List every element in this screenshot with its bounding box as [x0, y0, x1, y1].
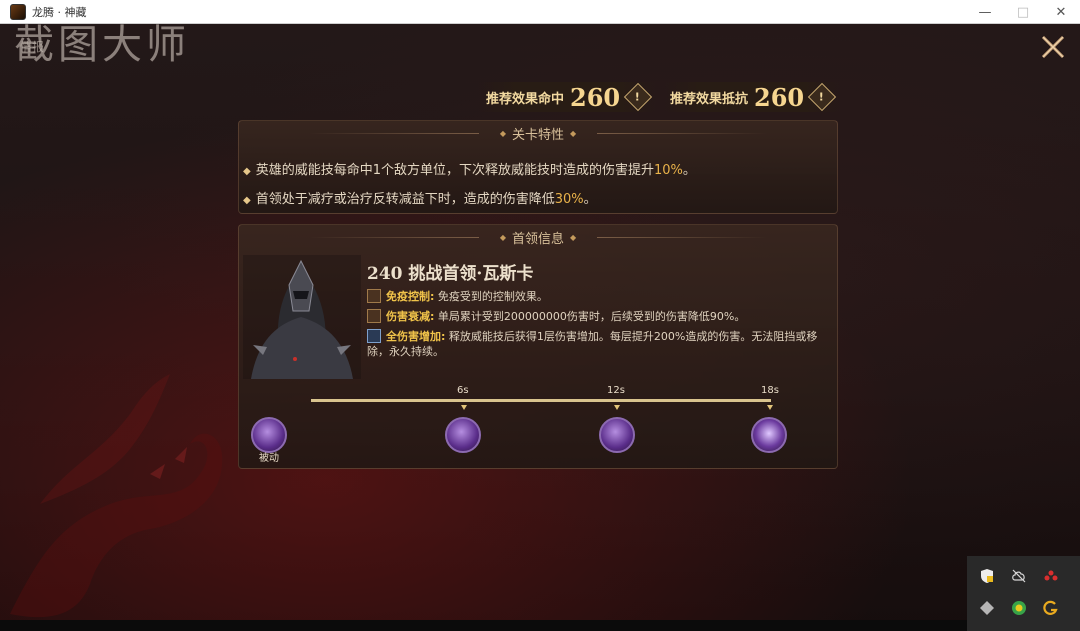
window-titlebar: 龙腾 · 神藏 — □ ✕ [0, 0, 1080, 24]
g-app-icon[interactable] [1043, 600, 1059, 616]
maximize-button[interactable]: □ [1004, 0, 1042, 24]
skill-6s-icon[interactable] [445, 417, 481, 453]
tick-arrow-icon [767, 405, 773, 410]
skill-name: 免疫控制: [386, 290, 435, 303]
timeline-tick-label: 18s [761, 385, 779, 396]
cloud-offline-icon[interactable] [1011, 568, 1027, 584]
claw-icon [367, 289, 381, 303]
window-controls: — □ ✕ [966, 0, 1080, 24]
trait-highlight: 30% [554, 192, 584, 207]
trait-line: ◆ 英雄的威能技每命中1个敌方单位，下次释放威能技时造成的伤害提升10%。 [243, 159, 696, 178]
trait-text: 首领处于减疗或治疗反转减益下时，造成的伤害降低 [255, 192, 555, 207]
minimize-button[interactable]: — [966, 0, 1004, 24]
stat-label: 推荐效果抵抗 [670, 91, 749, 107]
panel-header: ◆ 关卡特性 ◆ [239, 121, 837, 145]
diamond-icon: ◆ [570, 232, 577, 242]
green-app-icon[interactable] [1011, 600, 1027, 616]
system-tray-popup [967, 556, 1080, 631]
app-icon [10, 3, 26, 20]
diamond-icon: ◆ [499, 128, 506, 138]
trait-text: 英雄的威能技每命中1个敌方单位，下次释放威能技时造成的伤害提升 [255, 163, 654, 178]
claw-icon [367, 309, 381, 323]
skill-name: 伤害衰减: [386, 310, 435, 323]
stat-value: 260 [570, 82, 621, 112]
security-shield-icon[interactable] [979, 568, 995, 584]
timeline-tick-label: 12s [607, 385, 625, 396]
passive-skill-icon[interactable] [251, 417, 287, 453]
diamond-app-icon[interactable] [979, 600, 995, 616]
trait-line: ◆ 首领处于减疗或治疗反转减益下时，造成的伤害降低30%。 [243, 188, 597, 207]
trait-suffix: 。 [682, 163, 696, 178]
timeline-tick-label: 6s [457, 385, 469, 396]
skill-name: 全伤害增加: [386, 330, 446, 343]
stat-effect-resist: 推荐效果抵抗 260 ! [662, 82, 842, 112]
trident-icon [367, 329, 381, 343]
trait-highlight: 10% [653, 163, 683, 178]
boss-skill: 伤害衰减: 单局累计受到200000000伤害时，后续受到的伤害降低90%。 [367, 309, 829, 324]
boss-name: 240 挑战首领·瓦斯卡 [367, 264, 534, 284]
game-viewport: 截图大师 情报 推荐效果命中 260 ! 推荐效果抵抗 260 ! ◆ 关卡特性… [0, 24, 1080, 631]
close-panel-icon[interactable] [1040, 34, 1066, 60]
bullet-icon: ◆ [243, 195, 251, 206]
window-title: 龙腾 · 神藏 [32, 5, 87, 19]
stat-value: 260 [754, 82, 805, 112]
stage-traits-panel: ◆ 关卡特性 ◆ ◆ 英雄的威能技每命中1个敌方单位，下次释放威能技时造成的伤害提… [238, 120, 838, 214]
skill-12s-icon[interactable] [599, 417, 635, 453]
diamond-icon: ◆ [570, 128, 577, 138]
tick-arrow-icon [614, 405, 620, 410]
boss-info-panel: ◆ 首领信息 ◆ 240 挑战首领·瓦斯卡 免疫控制: 免疫受到的控制效果。 伤… [238, 224, 838, 469]
skill-desc: 单局累计受到200000000伤害时，后续受到的伤害降低90%。 [437, 310, 746, 323]
skill-18s-icon[interactable] [751, 417, 787, 453]
close-window-button[interactable]: ✕ [1042, 0, 1080, 24]
exclamation-icon: ! [819, 90, 825, 104]
background-taskbar-strip [0, 620, 967, 631]
diamond-icon: ◆ [499, 232, 506, 242]
passive-label: 被动 [259, 453, 279, 464]
panel-title: 关卡特性 [511, 127, 564, 143]
stat-label: 推荐效果命中 [486, 91, 565, 107]
network-dots-icon[interactable] [1043, 568, 1059, 584]
skill-desc: 免疫受到的控制效果。 [437, 290, 548, 303]
dragon-decoration-icon [10, 374, 223, 618]
boss-skill: 免疫控制: 免疫受到的控制效果。 [367, 289, 829, 304]
exclamation-icon: ! [635, 90, 641, 104]
panel-header: ◆ 首领信息 ◆ [239, 225, 837, 249]
boss-skill: 全伤害增加: 释放威能技后获得1层伤害增加。每层提升200%造成的伤害。无法阻挡… [367, 329, 829, 359]
stat-effect-hit: 推荐效果命中 260 ! [478, 82, 658, 112]
tick-arrow-icon [461, 405, 467, 410]
boss-portrait [243, 255, 361, 379]
panel-title: 首领信息 [511, 231, 564, 247]
intel-label: 情报 [20, 40, 45, 54]
skill-timeline [311, 399, 771, 402]
bullet-icon: ◆ [243, 166, 251, 177]
trait-suffix: 。 [583, 192, 597, 207]
